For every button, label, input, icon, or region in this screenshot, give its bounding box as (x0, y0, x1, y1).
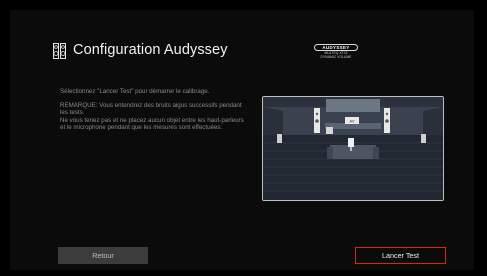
instruction-line: Sélectionnez "Lancer Test" pour démarrer… (60, 88, 210, 95)
subwoofer (326, 127, 333, 134)
microphone (348, 138, 354, 147)
back-button[interactable]: Retour (58, 247, 148, 264)
start-test-button[interactable]: Lancer Test (355, 247, 446, 264)
audyssey-logo-tagline: MULTEQ XT32 DYNAMIC VOLUME (320, 51, 352, 59)
front-left-tweeter (315, 112, 319, 116)
audyssey-setup-screen: Configuration Audyssey AUDYSSEY MULTEQ X… (0, 0, 487, 276)
av-receiver-label: AV (349, 119, 354, 124)
front-left-woofer (315, 119, 319, 123)
speaker-pair-icon (53, 43, 66, 59)
microphone-stand (350, 147, 352, 151)
sofa (330, 145, 376, 159)
surround-left-speaker (277, 134, 282, 143)
sofa-right-arm (373, 147, 379, 159)
audyssey-logo: AUDYSSEY MULTEQ XT32 DYNAMIC VOLUME (314, 44, 358, 58)
remark-note: REMARQUE: Vous entendrez des bruits aigu… (60, 101, 244, 132)
audyssey-logo-brand: AUDYSSEY (314, 44, 358, 51)
surround-right-speaker (421, 134, 426, 143)
listening-room-illustration: AV (262, 96, 444, 201)
page-title: Configuration Audyssey (73, 42, 228, 58)
sofa-left-arm (327, 147, 333, 159)
front-right-tweeter (385, 112, 389, 116)
tv-screen (326, 99, 380, 112)
instructions-text: Sélectionnez "Lancer Test" pour démarrer… (60, 88, 250, 138)
room-scene: AV (263, 97, 443, 200)
front-right-woofer (385, 119, 389, 123)
